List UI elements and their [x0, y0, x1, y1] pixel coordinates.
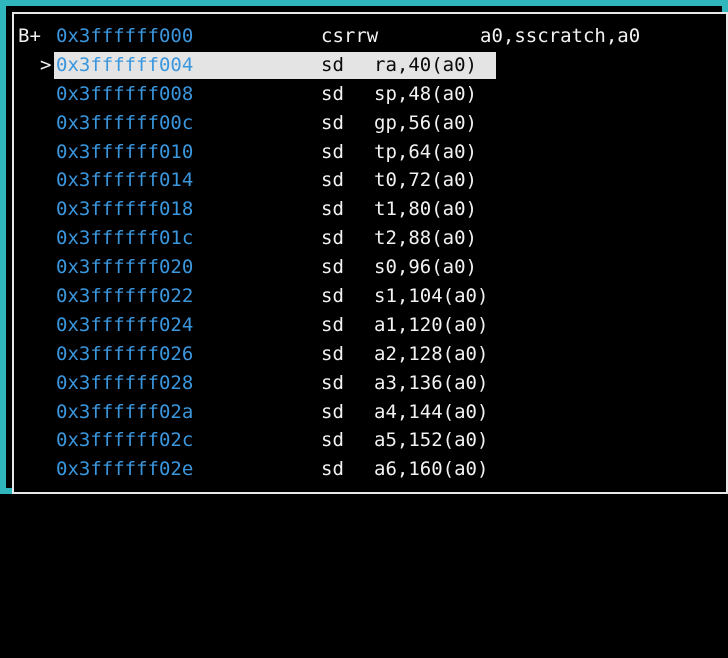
- instruction-mnemonic: sd: [321, 169, 344, 192]
- instruction-mnemonic: sd: [321, 140, 344, 163]
- terminal-window: B+ 0x3ffffff000 csrrw a0,sscratch,a0 > 0…: [0, 0, 728, 494]
- instruction-address: 0x3ffffff02e: [56, 458, 194, 481]
- instruction-operands: gp,56(a0): [374, 111, 477, 134]
- instruction-address: 0x3ffffff022: [56, 285, 194, 308]
- instruction-operands: a3,136(a0): [374, 371, 489, 394]
- instruction-address: 0x3ffffff018: [56, 198, 194, 221]
- disassembly-listing: B+ 0x3ffffff000 csrrw a0,sscratch,a0 > 0…: [14, 22, 726, 484]
- instruction-mnemonic: sd: [321, 256, 344, 279]
- asm-line[interactable]: 0x3ffffff00c sd gp,56(a0): [14, 109, 726, 138]
- instruction-address: 0x3ffffff01c: [56, 227, 194, 250]
- breakpoint-marker: B+: [18, 25, 41, 47]
- instruction-mnemonic: sd: [321, 227, 344, 250]
- asm-line[interactable]: 0x3ffffff02c sd a5,152(a0): [14, 426, 726, 455]
- instruction-mnemonic: csrrw: [321, 25, 379, 47]
- instruction-operands: a4,144(a0): [374, 400, 489, 423]
- instruction-operands: ra,40(a0): [374, 53, 477, 76]
- instruction-mnemonic: sd: [321, 429, 344, 452]
- instruction-address: 0x3ffffff02c: [56, 429, 194, 452]
- asm-line[interactable]: 0x3ffffff008 sd sp,48(a0): [14, 80, 726, 109]
- instruction-operands: a1,120(a0): [374, 313, 489, 336]
- instruction-mnemonic: sd: [321, 313, 344, 336]
- instruction-address: 0x3ffffff004: [56, 53, 194, 76]
- instruction-mnemonic: sd: [321, 285, 344, 308]
- disassembly-pane[interactable]: B+ 0x3ffffff000 csrrw a0,sscratch,a0 > 0…: [12, 12, 728, 494]
- instruction-operands: t0,72(a0): [374, 169, 477, 192]
- instruction-operands: sp,48(a0): [374, 82, 477, 105]
- instruction-mnemonic: sd: [321, 400, 344, 423]
- instruction-operands: s0,96(a0): [374, 256, 477, 279]
- asm-line[interactable]: B+ 0x3ffffff000 csrrw a0,sscratch,a0: [14, 22, 726, 51]
- instruction-mnemonic: sd: [321, 458, 344, 481]
- asm-line[interactable]: 0x3ffffff022 sd s1,104(a0): [14, 282, 726, 311]
- current-line-cursor: >: [40, 53, 52, 76]
- asm-line[interactable]: 0x3ffffff028 sd a3,136(a0): [14, 369, 726, 398]
- instruction-address: 0x3ffffff020: [56, 256, 194, 279]
- instruction-address: 0x3ffffff02a: [56, 400, 194, 423]
- instruction-address: 0x3ffffff028: [56, 371, 194, 394]
- instruction-address: 0x3ffffff00c: [56, 111, 194, 134]
- asm-line-current[interactable]: > 0x3ffffff004 sd ra,40(a0): [14, 51, 726, 80]
- asm-line[interactable]: 0x3ffffff02e sd a6,160(a0): [14, 455, 726, 484]
- instruction-operands: a0,sscratch,a0: [480, 25, 641, 47]
- instruction-address: 0x3ffffff008: [56, 82, 194, 105]
- instruction-operands: s1,104(a0): [374, 285, 489, 308]
- instruction-mnemonic: sd: [321, 53, 344, 76]
- instruction-address: 0x3ffffff024: [56, 313, 194, 336]
- asm-line[interactable]: 0x3ffffff010 sd tp,64(a0): [14, 138, 726, 167]
- instruction-operands: t2,88(a0): [374, 227, 477, 250]
- instruction-address: 0x3ffffff000: [56, 25, 194, 47]
- instruction-mnemonic: sd: [321, 371, 344, 394]
- instruction-operands: a5,152(a0): [374, 429, 489, 452]
- instruction-mnemonic: sd: [321, 111, 344, 134]
- asm-line[interactable]: 0x3ffffff01c sd t2,88(a0): [14, 224, 726, 253]
- instruction-address: 0x3ffffff026: [56, 342, 194, 365]
- instruction-address: 0x3ffffff010: [56, 140, 194, 163]
- instruction-operands: a2,128(a0): [374, 342, 489, 365]
- asm-line[interactable]: 0x3ffffff020 sd s0,96(a0): [14, 253, 726, 282]
- asm-line[interactable]: 0x3ffffff02a sd a4,144(a0): [14, 398, 726, 427]
- instruction-operands: a6,160(a0): [374, 458, 489, 481]
- asm-line[interactable]: 0x3ffffff014 sd t0,72(a0): [14, 166, 726, 195]
- instruction-mnemonic: sd: [321, 342, 344, 365]
- instruction-address: 0x3ffffff014: [56, 169, 194, 192]
- asm-line[interactable]: 0x3ffffff024 sd a1,120(a0): [14, 311, 726, 340]
- asm-line[interactable]: 0x3ffffff026 sd a2,128(a0): [14, 340, 726, 369]
- asm-line[interactable]: 0x3ffffff018 sd t1,80(a0): [14, 195, 726, 224]
- instruction-operands: tp,64(a0): [374, 140, 477, 163]
- instruction-mnemonic: sd: [321, 198, 344, 221]
- instruction-operands: t1,80(a0): [374, 198, 477, 221]
- instruction-mnemonic: sd: [321, 82, 344, 105]
